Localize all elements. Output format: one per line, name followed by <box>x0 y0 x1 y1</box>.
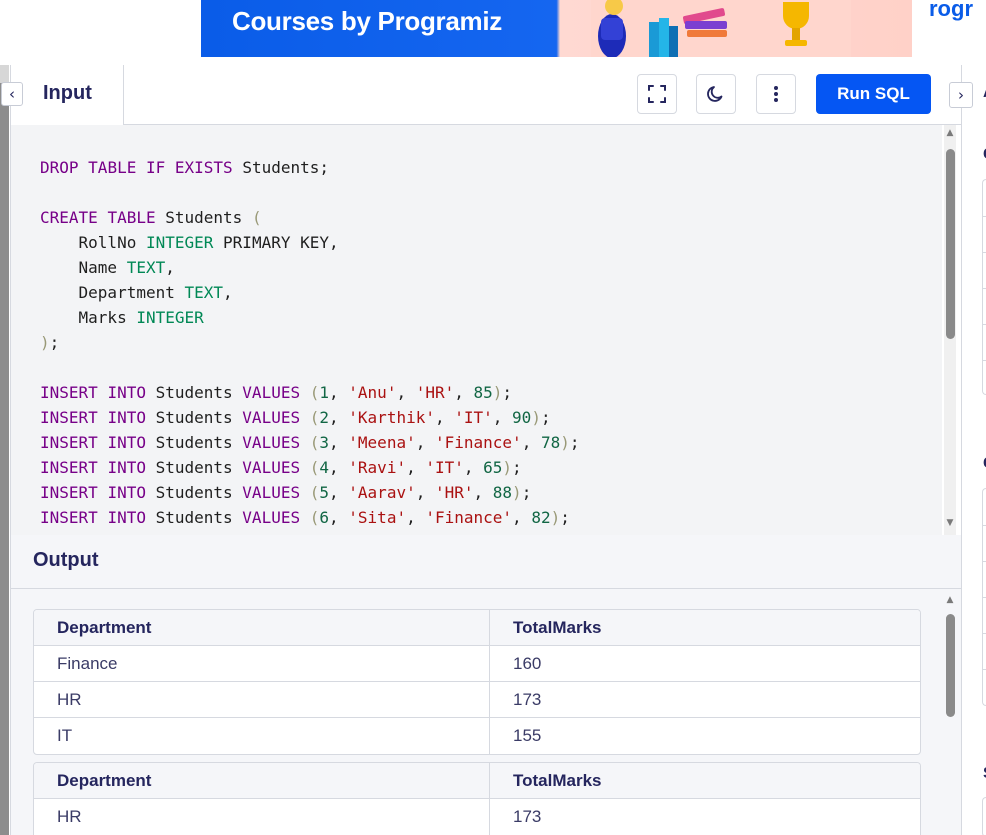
output-header: Output <box>11 535 962 589</box>
column-header: Department <box>34 610 490 646</box>
banner-illustration <box>591 0 851 57</box>
left-collapsed-rail[interactable] <box>0 65 9 835</box>
editor-scroll-thumb[interactable] <box>946 149 955 339</box>
tab-input[interactable]: Input <box>11 65 124 125</box>
output-scroll-thumb[interactable] <box>946 614 955 717</box>
chevron-left-icon: ‹ <box>9 85 15 103</box>
fullscreen-icon <box>648 85 666 103</box>
right-panel-table <box>982 488 986 706</box>
table-cell: Finance <box>34 646 490 682</box>
table-cell: 155 <box>513 726 542 745</box>
code-text[interactable]: DROP TABLE IF EXISTS Students; CREATE TA… <box>40 155 580 530</box>
editor-toolbar: Input ‹ Run SQL <box>1 65 962 125</box>
result-table: Department TotalMarks HR 173 <box>33 762 921 835</box>
table-cell: HR <box>34 682 490 718</box>
more-options-icon <box>774 86 778 102</box>
code-editor[interactable]: DROP TABLE IF EXISTS Students; CREATE TA… <box>11 125 942 535</box>
code-line: INSERT INTO Students VALUES (6, 'Sita', … <box>40 508 570 527</box>
more-options-button[interactable] <box>756 74 796 114</box>
table-row: HR 173 <box>34 682 920 718</box>
table-row: Finance 160 <box>34 646 920 682</box>
app-root: Courses by Programiz rogr Input ‹ Run SQ… <box>0 0 986 835</box>
table-cell: 173 <box>513 807 542 826</box>
code-line: INSERT INTO Students VALUES (1, 'Anu', '… <box>40 383 513 402</box>
code-line: INSERT INTO Students VALUES (4, 'Ravi', … <box>40 458 522 477</box>
code-line: RollNo INTEGER PRIMARY KEY, <box>40 233 339 252</box>
fullscreen-button[interactable] <box>637 74 677 114</box>
column-header: Department <box>34 763 490 799</box>
code-line: Marks INTEGER <box>40 308 204 327</box>
table-cell: HR <box>34 799 490 835</box>
dark-mode-icon <box>707 86 723 102</box>
scroll-up-icon[interactable]: ▲ <box>944 127 956 139</box>
output-panel: Output Department TotalMarks Finance 160… <box>10 535 962 835</box>
table-cell: 173 <box>513 690 542 709</box>
right-panel-table <box>982 797 986 835</box>
collapse-left-button[interactable]: ‹ <box>1 82 23 106</box>
output-title: Output <box>33 549 99 571</box>
scroll-down-icon[interactable]: ▼ <box>944 517 956 529</box>
code-line: ); <box>40 333 60 352</box>
run-sql-button[interactable]: Run SQL <box>816 74 931 114</box>
dark-mode-button[interactable] <box>696 74 736 114</box>
input-panel: Input ‹ Run SQL DROP TABLE IF EXISTS Stu… <box>1 65 962 535</box>
result-table: Department TotalMarks Finance 160 HR 173… <box>33 609 921 755</box>
scroll-up-icon[interactable]: ▲ <box>944 594 956 606</box>
column-header: TotalMarks <box>513 771 602 790</box>
editor-scrollbar[interactable]: ▲ ▼ <box>944 125 956 535</box>
right-panel-table <box>982 179 986 395</box>
code-line: INSERT INTO Students VALUES (2, 'Karthik… <box>40 408 551 427</box>
code-line: INSERT INTO Students VALUES (3, 'Meena',… <box>40 433 580 452</box>
output-scrollbar[interactable]: ▲ <box>944 592 956 835</box>
table-row: HR 173 <box>34 799 920 835</box>
code-line: Name TEXT, <box>40 258 175 277</box>
table-cell: IT <box>34 718 490 754</box>
tab-input-label: Input <box>43 82 92 104</box>
code-line: INSERT INTO Students VALUES (5, 'Aarav',… <box>40 483 532 502</box>
right-side-panel: › A C C S <box>949 65 986 835</box>
table-header-row: Department TotalMarks <box>34 610 920 646</box>
collapse-right-button[interactable]: › <box>949 82 973 108</box>
left-rail-handle <box>0 65 9 83</box>
code-line: DROP TABLE IF EXISTS Students; <box>40 158 330 177</box>
table-header-row: Department TotalMarks <box>34 763 920 799</box>
courses-banner[interactable]: Courses by Programiz <box>201 0 912 57</box>
chevron-right-icon: › <box>958 86 964 104</box>
code-line: Department TEXT, <box>40 283 233 302</box>
table-row: IT 155 <box>34 718 920 754</box>
column-header: TotalMarks <box>513 618 602 637</box>
brand-logo-peek: rogr <box>929 0 973 21</box>
table-cell: 160 <box>513 654 542 673</box>
code-line: CREATE TABLE Students ( <box>40 208 262 227</box>
banner-text: Courses by Programiz <box>232 6 502 36</box>
